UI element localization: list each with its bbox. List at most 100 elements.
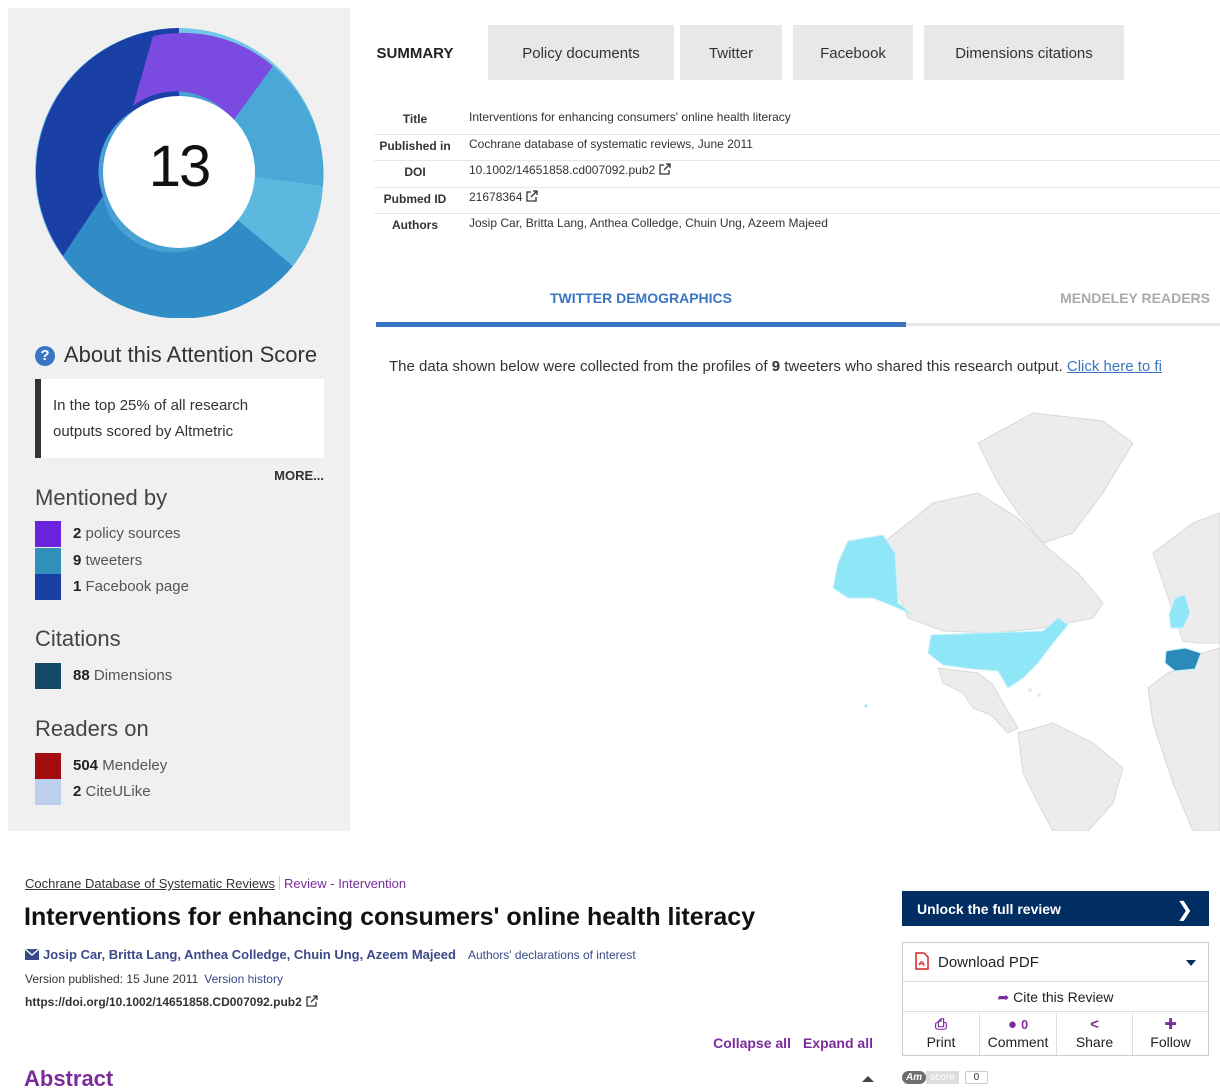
tab-mendeley-readers[interactable]: MENDELEY READERS (1060, 290, 1210, 306)
doi-link[interactable]: https://doi.org/10.1002/14651858.CD00709… (25, 995, 302, 1009)
note-count: 9 (771, 358, 781, 375)
tweeters-count: 9 (73, 551, 82, 569)
about-attention-score[interactable]: ? About this Attention Score (35, 342, 317, 368)
tab-twitter-demographics[interactable]: TWITTER DEMOGRAPHICS (376, 290, 906, 306)
dimensions-count: 88 (73, 666, 90, 684)
mentioned-by-heading: Mentioned by (35, 485, 168, 510)
click-here-link[interactable]: Click here to fi (1067, 358, 1162, 375)
facebook-label: Facebook page (85, 577, 189, 595)
print-button[interactable]: ⎙ Print (903, 1013, 980, 1055)
reader-mendeley[interactable]: 504 Mendeley (35, 753, 167, 779)
doi-line[interactable]: https://doi.org/10.1002/14651858.CD00709… (25, 995, 318, 1009)
section-toggles: Collapse all Expand all (713, 1035, 873, 1051)
tweeters-label: tweeters (85, 551, 143, 569)
external-link-icon[interactable] (526, 189, 539, 202)
unlock-label: Unlock the full review (917, 901, 1061, 917)
altmetric-badge[interactable]: Am score 0 (902, 1071, 989, 1087)
facebook-count: 1 (73, 577, 82, 595)
meta-value-published: Cochrane database of systematic reviews,… (469, 136, 753, 151)
follow-button[interactable]: ✚ Follow (1133, 1013, 1208, 1055)
version-line: Version published: 15 June 2011 Version h… (25, 972, 283, 986)
meta-value-authors: Josip Car, Britta Lang, Anthea Colledge,… (469, 216, 828, 230)
more-link[interactable]: MORE... (274, 468, 324, 483)
article-tools: Download PDF ➦ Cite this Review ⎙ Print ● … (902, 942, 1209, 1056)
envelope-icon[interactable] (25, 949, 39, 960)
dimensions-label: Dimensions (93, 666, 173, 684)
follow-label: Follow (1150, 1034, 1191, 1050)
abstract-heading[interactable]: Abstract (24, 1066, 113, 1092)
pdf-icon (915, 952, 929, 970)
readers-heading: Readers on (35, 716, 149, 741)
demographics-note: The data shown below were collected from… (389, 358, 1162, 375)
facebook-swatch (35, 574, 61, 600)
details-tabs: SUMMARY Policy documents Twitter Faceboo… (350, 25, 1220, 80)
review-type[interactable]: Review - Intervention (284, 876, 406, 891)
mention-facebook[interactable]: 1 Facebook page (35, 574, 189, 600)
citation-dimensions[interactable]: 88 Dimensions (35, 663, 172, 689)
help-icon: ? (35, 346, 55, 366)
meta-key-pubmed: Pubmed ID (383, 191, 447, 206)
tab-policy-documents[interactable]: Policy documents (488, 25, 674, 80)
tab-twitter[interactable]: Twitter (680, 25, 782, 80)
meta-key-doi: DOI (404, 165, 426, 179)
share-arrow-icon: ➦ (997, 989, 1010, 1005)
collapse-caret-icon[interactable] (862, 1076, 874, 1082)
meta-value-pubmed-wrap[interactable]: 21678364 (469, 189, 539, 204)
reader-citeulike[interactable]: 2 CiteULike (35, 779, 151, 805)
meta-key-published: Published in (379, 138, 451, 153)
collapse-all-button[interactable]: Collapse all (713, 1035, 791, 1051)
journal-link[interactable]: Cochrane Database of Systematic Reviews (25, 876, 275, 891)
score-context-line-2: outputs scored by Altmetric (53, 423, 234, 440)
meta-row-doi: DOI 10.1002/14651858.cd007092.pub2 (374, 161, 1220, 188)
about-label: About this Attention Score (63, 342, 318, 367)
badge-score-label: score (926, 1071, 959, 1084)
share-label: Share (1075, 1034, 1114, 1050)
tab-summary[interactable]: SUMMARY (350, 25, 480, 80)
chevron-right-icon: ❯ (1176, 899, 1193, 921)
world-map[interactable] (803, 403, 1220, 831)
mention-policy-sources[interactable]: 2 policy sources (35, 521, 181, 547)
meta-value-doi-wrap[interactable]: 10.1002/14651858.cd007092.pub2 (469, 163, 671, 177)
external-link-icon[interactable] (306, 995, 318, 1007)
altmetric-logo: Am (902, 1071, 927, 1084)
citeulike-label: CiteULike (85, 782, 151, 800)
world-map-graphic (832, 412, 1220, 831)
plus-icon: ✚ (1164, 1016, 1177, 1033)
external-link-icon[interactable] (659, 163, 671, 175)
download-pdf-button[interactable]: Download PDF (903, 943, 1208, 982)
meta-value-doi[interactable]: 10.1002/14651858.cd007092.pub2 (469, 163, 655, 177)
author-line: Josip Car, Britta Lang, Anthea Colledge,… (25, 947, 636, 962)
meta-value-pubmed[interactable]: 21678364 (469, 190, 522, 204)
tab-facebook[interactable]: Facebook (793, 25, 913, 80)
citeulike-swatch (35, 779, 61, 805)
mendeley-count: 504 (73, 756, 99, 774)
score-context-line-1: In the top 25% of all research (53, 397, 249, 414)
expand-all-button[interactable]: Expand all (803, 1035, 873, 1051)
version-history-link[interactable]: Version history (204, 972, 283, 986)
badge-score-value: 0 (964, 1071, 989, 1084)
meta-row-title: Title Interventions for enhancing consum… (374, 108, 1220, 135)
unlock-review-button[interactable]: Unlock the full review ❯ (902, 891, 1209, 926)
declarations-link[interactable]: Authors' declarations of interest (468, 948, 636, 962)
version-published: Version published: 15 June 2011 (25, 972, 199, 986)
mention-tweeters[interactable]: 9 tweeters (35, 548, 142, 574)
cite-label: Cite this Review (1013, 989, 1114, 1005)
meta-key-authors: Authors (392, 218, 438, 232)
comment-label: Comment (987, 1034, 1049, 1050)
altmetric-panel: 13 ? About this Attention Score In the t… (8, 8, 1220, 831)
mendeley-label: Mendeley (102, 756, 168, 774)
page-title: Interventions for enhancing consumers' o… (24, 903, 756, 931)
dropdown-caret-icon[interactable] (1186, 960, 1196, 966)
twitter-swatch (35, 548, 61, 574)
note-prefix: The data shown below were collected from… (389, 358, 772, 375)
tab-dimensions-citations[interactable]: Dimensions citations (924, 25, 1124, 80)
share-button[interactable]: < Share (1057, 1013, 1133, 1055)
meta-value-title: Interventions for enhancing consumers' o… (469, 110, 791, 124)
breadcrumb: Cochrane Database of Systematic Reviews R… (25, 876, 406, 891)
attention-score: 13 (148, 134, 212, 199)
author-names[interactable]: Josip Car, Britta Lang, Anthea Colledge,… (43, 947, 456, 962)
breadcrumb-divider (279, 876, 281, 890)
cite-review-button[interactable]: ➦ Cite this Review (903, 983, 1208, 1012)
printer-icon: ⎙ (934, 1016, 947, 1033)
comment-button[interactable]: ● 0 Comment (980, 1013, 1057, 1055)
